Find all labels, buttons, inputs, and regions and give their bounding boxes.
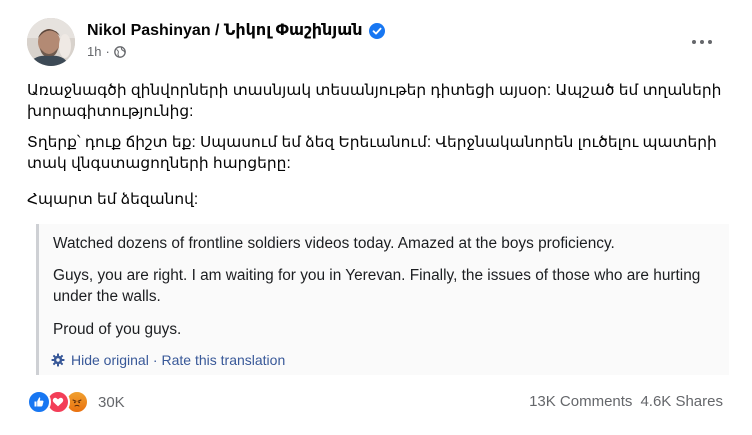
shares-count[interactable]: 4.6K Shares (640, 393, 723, 410)
avatar-photo (27, 18, 75, 66)
translation-controls: Hide original · Rate this translation (51, 352, 285, 368)
translation-box: Watched dozens of frontline soldiers vid… (36, 224, 729, 375)
reaction-count[interactable]: 30K (98, 394, 125, 411)
link-separator: · (152, 352, 158, 368)
gear-icon[interactable] (51, 353, 65, 367)
post-timestamp[interactable]: 1h (87, 44, 101, 60)
post-text-paragraph-2: Տղերք՝ դուք ճիշտ եք: Սպասում եմ ձեզ Երեւ… (27, 134, 717, 172)
post-text-paragraph-3: Հպարտ եմ ձեզանով: (27, 191, 199, 208)
facebook-post: Nikol Pashinyan / Նիկոլ Փաշինյան 1h · Առ… (0, 0, 752, 435)
post-meta: 1h · (87, 44, 126, 60)
verified-badge-icon (368, 23, 385, 39)
author-name[interactable]: Nikol Pashinyan / Նիկոլ Փաշինյան (87, 20, 363, 42)
author-name-row: Nikol Pashinyan / Նիկոլ Փաշինյան (87, 20, 385, 42)
translation-paragraph-3: Proud of you guys. (53, 321, 182, 338)
more-options-icon[interactable] (684, 28, 720, 56)
reactions-summary[interactable]: 30K (27, 390, 125, 414)
translation-paragraph-2: Guys, you are right. I am waiting for yo… (53, 267, 701, 305)
comments-count[interactable]: 13K Comments (529, 393, 632, 410)
translation-paragraph-1: Watched dozens of frontline soldiers vid… (53, 235, 615, 252)
meta-separator: · (105, 44, 110, 59)
engagement-counts: 13K Comments 4.6K Shares (529, 393, 723, 410)
rate-translation-link[interactable]: Rate this translation (162, 352, 286, 368)
post-text-paragraph-1: Առաջնագծի զինվորների տասնյակ տեսանյութեր… (27, 82, 722, 120)
hide-original-link[interactable]: Hide original (71, 352, 149, 368)
author-avatar[interactable] (27, 18, 75, 66)
globe-icon[interactable] (113, 46, 126, 58)
like-icon (27, 390, 51, 414)
